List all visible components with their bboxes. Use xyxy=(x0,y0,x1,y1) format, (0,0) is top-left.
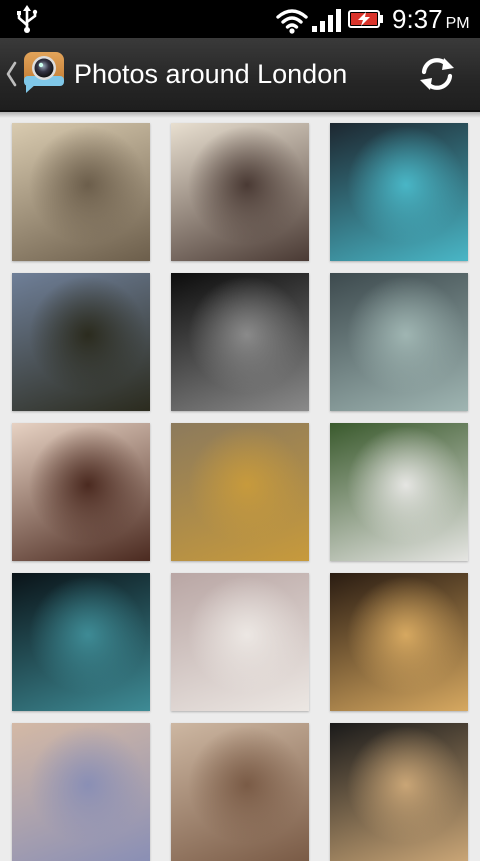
photo-chocolate-donut[interactable] xyxy=(12,423,150,561)
photo-grid xyxy=(0,0,480,861)
photo-thumbnail-image xyxy=(171,573,309,711)
refresh-icon[interactable] xyxy=(416,54,458,94)
photo-coffee-cup-name[interactable] xyxy=(171,723,309,861)
camera-app-icon[interactable] xyxy=(22,50,66,94)
photo-mustache-sweater[interactable] xyxy=(171,573,309,711)
photo-thumbnail-image xyxy=(12,273,150,411)
page-title: Photos around London xyxy=(74,59,348,89)
photo-london-skyline[interactable] xyxy=(12,123,150,261)
photo-thumbnail-image xyxy=(171,123,309,261)
wifi-icon xyxy=(276,9,308,34)
status-time: 9:37 PM xyxy=(392,3,470,35)
photo-thumbnail-image xyxy=(12,423,150,561)
photo-thumbnail-image xyxy=(330,723,468,861)
battery-charging-icon xyxy=(348,10,383,28)
photo-thumbnail-image xyxy=(171,423,309,561)
photo-thumbnail-image xyxy=(330,423,468,561)
signal-icon xyxy=(312,9,341,32)
clock-ampm: PM xyxy=(445,15,470,32)
status-bar: 9:37 PM xyxy=(0,0,480,38)
photo-ornate-lamp-post[interactable] xyxy=(12,273,150,411)
photo-thumbnail-image xyxy=(330,573,468,711)
actionbar-shadow xyxy=(0,112,480,118)
usb-icon xyxy=(17,5,38,33)
photo-thumbnail-image xyxy=(12,123,150,261)
chevron-left-icon[interactable] xyxy=(5,60,17,88)
action-bar: Photos around London xyxy=(0,38,480,112)
photo-man-beanie-selfie[interactable] xyxy=(171,123,309,261)
photo-london-eye-night[interactable] xyxy=(171,273,309,411)
photo-woman-in-park[interactable] xyxy=(330,423,468,561)
photo-screen-waiting[interactable] xyxy=(12,573,150,711)
photo-thumbnail-image xyxy=(12,573,150,711)
photo-thumbnail-image xyxy=(330,273,468,411)
photo-thumbnail-image xyxy=(171,723,309,861)
photo-plate-of-food[interactable] xyxy=(330,723,468,861)
photo-thumbnail-image xyxy=(171,273,309,411)
photo-two-blondes-selfie[interactable] xyxy=(330,573,468,711)
clock-time: 9:37 xyxy=(392,4,443,34)
photo-neon-sign[interactable] xyxy=(330,123,468,261)
photo-queen-with-corgis[interactable] xyxy=(330,273,468,411)
photo-thumbnail-image xyxy=(330,123,468,261)
photo-thumbnail-image xyxy=(12,723,150,861)
photo-egyptian-cat-sarcophagus[interactable] xyxy=(171,423,309,561)
photo-back-tattoo[interactable] xyxy=(12,723,150,861)
